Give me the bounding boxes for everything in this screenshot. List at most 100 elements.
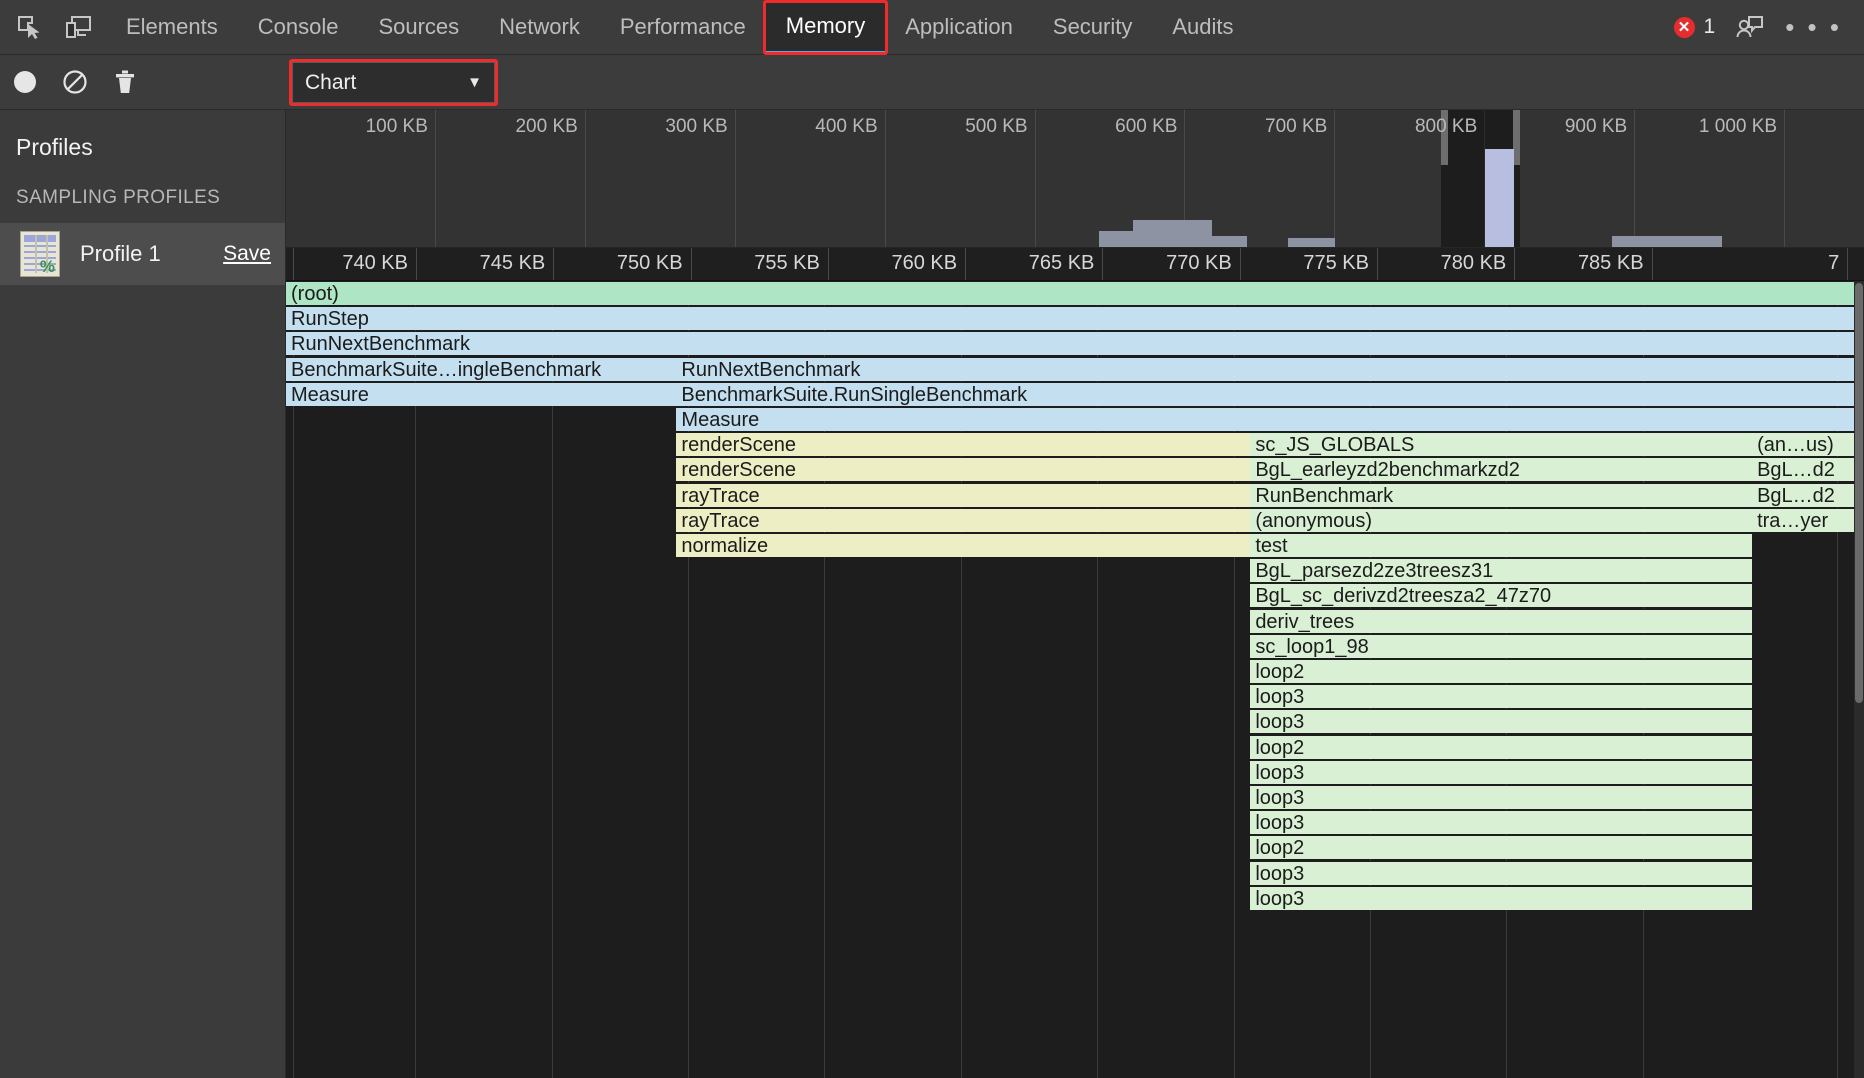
feedback-person-icon[interactable]: [1733, 10, 1767, 44]
tab-label: Memory: [786, 13, 865, 39]
tab-application[interactable]: Application: [885, 0, 1033, 54]
flame-chart-bar[interactable]: rayTrace: [676, 483, 1250, 507]
flame-chart-bar[interactable]: (anonymous): [1250, 508, 1752, 532]
flame-chart-bar[interactable]: BgL_earleyzd2benchmarkzd2: [1250, 457, 1752, 481]
more-options-icon[interactable]: • • •: [1785, 12, 1842, 43]
tab-label: Security: [1053, 14, 1132, 40]
view-select-value: Chart: [305, 71, 356, 95]
flame-chart-bar[interactable]: RunNextBenchmark: [286, 331, 1854, 355]
tab-memory[interactable]: Memory: [766, 0, 885, 54]
flame-scroll-thumb[interactable]: [1855, 283, 1863, 703]
memory-toolbar: Chart ▼: [0, 55, 1864, 110]
record-button[interactable]: [0, 61, 50, 103]
overview-bar: [1288, 238, 1335, 247]
inspect-element-icon[interactable]: [12, 10, 46, 44]
overview-tick-label: 500 KB: [965, 116, 1035, 138]
tab-security[interactable]: Security: [1033, 0, 1152, 54]
flame-chart-bar[interactable]: RunStep: [286, 306, 1854, 330]
tab-audits[interactable]: Audits: [1152, 0, 1253, 54]
overview-tick-label: 300 KB: [665, 116, 735, 138]
flame-chart[interactable]: (root)RunStepRunNextBenchmarkBenchmarkSu…: [286, 281, 1864, 1078]
tab-performance[interactable]: Performance: [600, 0, 766, 54]
flame-chart-bar[interactable]: RunBenchmark: [1250, 483, 1752, 507]
tab-network[interactable]: Network: [479, 0, 600, 54]
flame-chart-bar[interactable]: BgL_parsezd2ze3treesz31: [1250, 558, 1752, 582]
detail-ruler: KB740 KB745 KB750 KB755 KB760 KB765 KB77…: [286, 248, 1864, 281]
delete-button[interactable]: [100, 61, 150, 103]
tab-elements[interactable]: Elements: [106, 0, 238, 54]
overview-window-handle-right[interactable]: [1513, 110, 1520, 165]
panel-tabs: Elements Console Sources Network Perform…: [106, 0, 1254, 54]
flame-chart-bar[interactable]: loop2: [1250, 735, 1752, 759]
flame-chart-bar[interactable]: Measure: [286, 382, 676, 406]
flame-chart-bar[interactable]: loop3: [1250, 861, 1752, 885]
sidebar-title: Profiles: [0, 110, 285, 175]
overview-tick-label: 800 KB: [1415, 116, 1485, 138]
overview-bar: [1133, 220, 1212, 247]
block-icon: [62, 69, 88, 95]
overview-bar: [1099, 231, 1134, 247]
flame-chart-bar[interactable]: BgL…d2: [1752, 483, 1854, 507]
flame-chart-bar[interactable]: sc_loop1_98: [1250, 634, 1752, 658]
clear-button[interactable]: [50, 61, 100, 103]
device-toolbar-icon[interactable]: [62, 10, 96, 44]
save-profile-link[interactable]: Save: [223, 242, 271, 266]
overview-gridline: [286, 110, 1785, 247]
flame-chart-bar[interactable]: (an…us): [1752, 432, 1854, 456]
tab-label: Console: [258, 14, 339, 40]
overview-tick-label: 700 KB: [1265, 116, 1335, 138]
flame-chart-bar[interactable]: loop3: [1250, 709, 1752, 733]
flame-scrollbar[interactable]: [1854, 281, 1864, 1078]
overview-bar: [1612, 236, 1722, 247]
error-badge[interactable]: ✕ 1: [1674, 15, 1716, 39]
allocation-overview[interactable]: 100 KB200 KB300 KB400 KB500 KB600 KB700 …: [286, 110, 1864, 248]
flame-chart-bar[interactable]: (root): [286, 281, 1854, 305]
flame-chart-bar[interactable]: renderScene: [676, 457, 1250, 481]
tab-label: Performance: [620, 14, 746, 40]
record-dot-icon: [14, 71, 36, 93]
overview-selected-bar: [1485, 149, 1513, 247]
profiles-sidebar: Profiles SAMPLING PROFILES % Profile 1 S…: [0, 110, 286, 1078]
view-select[interactable]: Chart ▼: [292, 62, 495, 103]
flame-chart-bar[interactable]: loop3: [1250, 785, 1752, 809]
sidebar-group-sampling-profiles: SAMPLING PROFILES: [0, 175, 285, 223]
flame-chart-bar[interactable]: loop2: [1250, 835, 1752, 859]
main-area: Profiles SAMPLING PROFILES % Profile 1 S…: [0, 110, 1864, 1078]
flame-chart-bar[interactable]: loop3: [1250, 810, 1752, 834]
flame-chart-bar[interactable]: BenchmarkSuite.RunSingleBenchmark: [676, 382, 1854, 406]
flame-chart-bar[interactable]: normalize: [676, 533, 1250, 557]
trash-icon: [113, 69, 137, 95]
devtools-tab-bar: Elements Console Sources Network Perform…: [0, 0, 1864, 55]
sidebar-item-profile-1[interactable]: % Profile 1 Save: [0, 223, 285, 285]
memory-content: 100 KB200 KB300 KB400 KB500 KB600 KB700 …: [286, 110, 1864, 1078]
flame-chart-bar[interactable]: loop3: [1250, 684, 1752, 708]
flame-chart-bar[interactable]: deriv_trees: [1250, 609, 1752, 633]
error-x-icon: ✕: [1674, 17, 1695, 38]
tab-label: Audits: [1172, 14, 1233, 40]
tab-bar-right-controls: ✕ 1 • • •: [1674, 0, 1864, 54]
tab-console[interactable]: Console: [238, 0, 359, 54]
profile-document-icon: %: [20, 231, 60, 277]
flame-chart-bar[interactable]: loop3: [1250, 886, 1752, 910]
flame-chart-bar[interactable]: RunNextBenchmark: [676, 357, 1854, 381]
flame-chart-bar[interactable]: Measure: [676, 407, 1854, 431]
inspect-tools: [0, 0, 106, 54]
ruler-tick-label: 7: [1828, 252, 1848, 275]
flame-chart-bar[interactable]: loop2: [1250, 659, 1752, 683]
flame-chart-bar[interactable]: BenchmarkSuite…ingleBenchmark: [286, 357, 676, 381]
flame-chart-bar[interactable]: sc_JS_GLOBALS: [1250, 432, 1752, 456]
flame-chart-bar[interactable]: renderScene: [676, 432, 1250, 456]
flame-chart-bar[interactable]: BgL…d2: [1752, 457, 1854, 481]
chevron-down-icon: ▼: [467, 74, 482, 91]
flame-chart-bar[interactable]: rayTrace: [676, 508, 1250, 532]
flame-chart-bar[interactable]: test: [1250, 533, 1752, 557]
ruler-tick: [286, 248, 1848, 280]
flame-chart-bar[interactable]: loop3: [1250, 760, 1752, 784]
flame-chart-bar[interactable]: BgL_sc_derivzd2treesza2_47z70: [1250, 583, 1752, 607]
flame-chart-bar[interactable]: tra…yer: [1752, 508, 1854, 532]
view-select-annotation-box: Chart ▼: [289, 59, 498, 106]
tab-sources[interactable]: Sources: [358, 0, 479, 54]
tab-label: Sources: [378, 14, 459, 40]
overview-tick-label: 400 KB: [815, 116, 885, 138]
overview-bar: [1212, 236, 1247, 247]
